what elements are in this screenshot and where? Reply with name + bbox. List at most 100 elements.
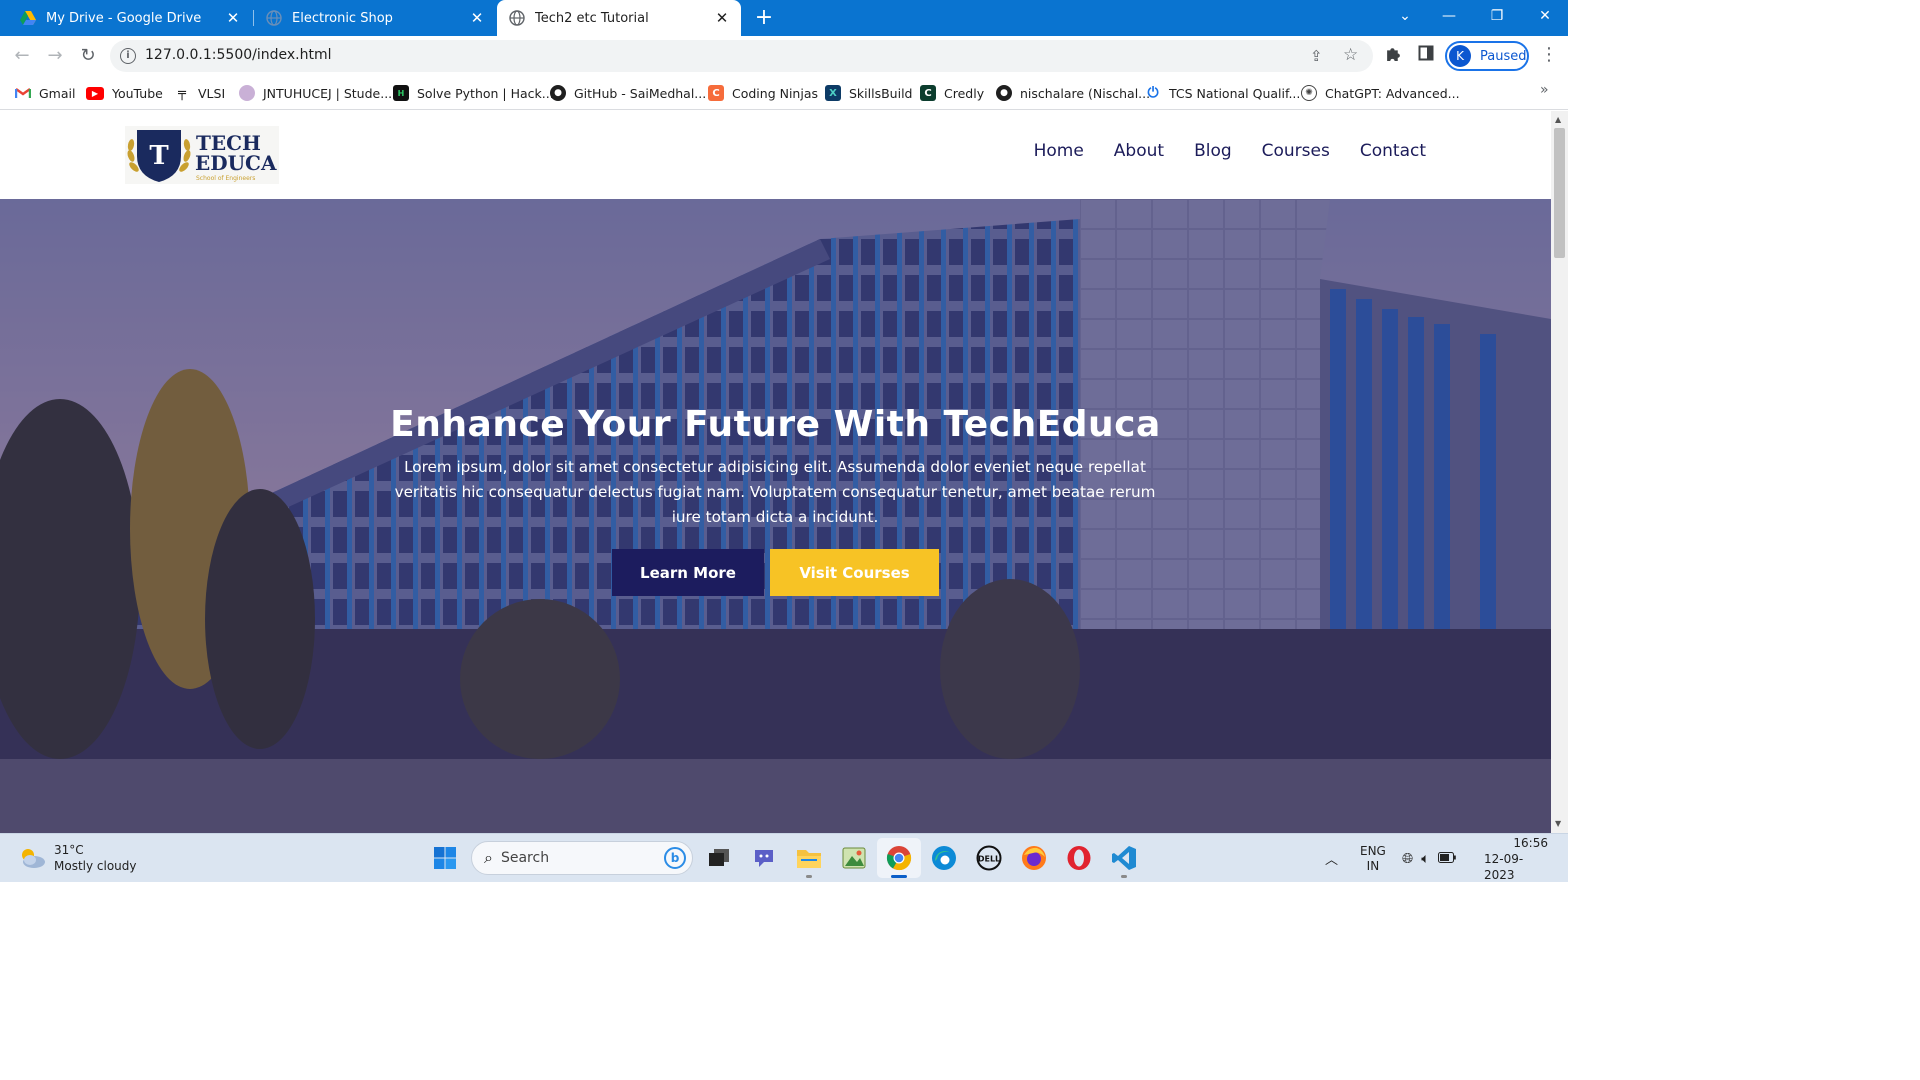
- running-indicator: [806, 875, 812, 878]
- tab-close-icon[interactable]: ✕: [466, 9, 488, 27]
- visit-courses-button[interactable]: Visit Courses: [770, 549, 939, 596]
- weather-desc: Mostly cloudy: [54, 859, 137, 873]
- show-hidden-icons[interactable]: ︿: [1325, 834, 1338, 883]
- edge-icon[interactable]: [930, 844, 958, 872]
- bookmark-credly[interactable]: C Credly: [920, 83, 984, 103]
- bookmark-youtube[interactable]: ▶ YouTube: [86, 83, 163, 103]
- site-logo[interactable]: T TECH EDUCA School of Engineers: [125, 126, 279, 184]
- bookmark-github-saimedhal[interactable]: ● GitHub - SaiMedhal...: [550, 83, 706, 103]
- nav-blog[interactable]: Blog: [1194, 141, 1232, 161]
- bookmark-chatgpt[interactable]: ✺ ChatGPT: Advanced...: [1301, 83, 1460, 103]
- browser-tab-strip: My Drive - Google Drive ✕ Electronic Sho…: [0, 0, 1568, 36]
- logo-initial: T: [149, 141, 169, 171]
- bookmark-gmail[interactable]: Gmail: [15, 83, 75, 103]
- bookmark-coding-ninjas[interactable]: C Coding Ninjas: [708, 83, 818, 103]
- address-bar[interactable]: i 127.0.0.1:5500/index.html ⇪ ☆: [110, 40, 1373, 72]
- back-arrow-icon[interactable]: ←: [10, 44, 34, 68]
- teams-chat-icon[interactable]: [750, 844, 778, 872]
- scroll-down-icon[interactable]: ▼: [1555, 819, 1561, 828]
- scrollbar-thumb[interactable]: [1554, 128, 1565, 258]
- svg-text:DELL: DELL: [978, 855, 1000, 864]
- vlsi-icon: ╤: [178, 85, 186, 101]
- cloudy-weather-icon: [22, 849, 45, 868]
- new-tab-button[interactable]: +: [752, 4, 776, 32]
- bookmark-jntuhucej[interactable]: JNTUHUCEJ | Stude...: [239, 83, 392, 103]
- file-explorer-icon[interactable]: [795, 844, 823, 878]
- opera-icon[interactable]: [1065, 844, 1093, 872]
- input-language[interactable]: ENG IN: [1360, 834, 1386, 883]
- site-header: T TECH EDUCA School of Engineers Home Ab…: [0, 111, 1551, 199]
- clock[interactable]: 16:56 12-09-2023: [1484, 834, 1548, 883]
- restore-icon[interactable]: ❐: [1474, 0, 1520, 32]
- more-menu-icon[interactable]: ⋮: [1540, 44, 1558, 65]
- tab-close-icon[interactable]: ✕: [222, 9, 244, 27]
- side-panel-icon[interactable]: [1418, 45, 1434, 65]
- windows-taskbar: 31°C Mostly cloudy ⌕ Search b DELL ︿ ENG…: [0, 833, 1568, 882]
- close-window-icon[interactable]: ✕: [1522, 0, 1568, 32]
- nav-home[interactable]: Home: [1034, 141, 1084, 161]
- nav-courses[interactable]: Courses: [1262, 141, 1330, 161]
- github-icon: ●: [550, 85, 566, 101]
- minimize-icon[interactable]: —: [1426, 0, 1472, 32]
- bookmark-label: SkillsBuild: [849, 85, 913, 101]
- bookmark-star-icon[interactable]: ☆: [1343, 45, 1358, 65]
- tab-tech2-tutorial[interactable]: Tech2 etc Tutorial ✕: [497, 0, 741, 36]
- github-icon: ●: [996, 85, 1012, 101]
- url-text[interactable]: 127.0.0.1:5500/index.html: [145, 47, 332, 63]
- system-tray-icons[interactable]: 🌐︎ 🔈︎: [1402, 834, 1456, 883]
- skillsbuild-icon: X: [825, 85, 841, 101]
- tab-close-icon[interactable]: ✕: [711, 9, 733, 27]
- photos-app-icon[interactable]: [840, 844, 868, 872]
- reload-icon[interactable]: ↻: [76, 44, 100, 68]
- globe-icon: [509, 10, 525, 26]
- chevron-up-icon: ︿: [1325, 853, 1339, 868]
- tab-title: My Drive - Google Drive: [46, 10, 202, 26]
- university-icon: [239, 85, 255, 101]
- tab-search-chevron-icon[interactable]: ⌄: [1382, 0, 1428, 32]
- bookmark-hackerrank[interactable]: H Solve Python | Hack...: [393, 83, 554, 103]
- gmail-icon: [15, 85, 31, 101]
- bookmark-label: TCS National Qualif...: [1169, 85, 1301, 101]
- bookmark-vlsi[interactable]: ╤ VLSI: [174, 83, 225, 103]
- profile-button[interactable]: K Paused: [1445, 41, 1529, 71]
- bookmarks-overflow-icon[interactable]: »: [1540, 82, 1549, 98]
- bookmark-github-nischalare[interactable]: ● nischalare (Nischal...: [996, 83, 1150, 103]
- bookmark-tcs[interactable]: ⏻ TCS National Qualif...: [1145, 83, 1300, 103]
- bookmark-label: GitHub - SaiMedhal...: [574, 85, 707, 101]
- bing-icon[interactable]: b: [664, 847, 686, 869]
- youtube-icon: ▶: [86, 86, 104, 100]
- nav-contact[interactable]: Contact: [1360, 141, 1426, 161]
- weather-widget[interactable]: 31°C Mostly cloudy: [18, 842, 137, 874]
- windows-start-icon[interactable]: [431, 844, 459, 872]
- firefox-icon[interactable]: [1020, 844, 1048, 872]
- avatar: K: [1449, 45, 1471, 67]
- dell-icon[interactable]: DELL: [975, 844, 1003, 872]
- search-label: Search: [500, 850, 550, 866]
- extensions-puzzle-icon[interactable]: [1385, 45, 1402, 66]
- tab-electronic-shop[interactable]: Electronic Shop ✕: [254, 0, 496, 36]
- clock-date: 12-09-2023: [1484, 851, 1524, 882]
- main-nav: Home About Blog Courses Contact: [1004, 141, 1426, 161]
- clock-time: 16:56: [1513, 835, 1548, 850]
- bookmark-skillsbuild[interactable]: X SkillsBuild: [825, 83, 912, 103]
- share-icon[interactable]: ⇪: [1310, 47, 1323, 65]
- weather-temp: 31°C: [54, 843, 84, 857]
- nav-about[interactable]: About: [1114, 141, 1164, 161]
- chrome-icon[interactable]: [877, 838, 921, 878]
- site-info-icon[interactable]: i: [120, 48, 136, 64]
- language-code: ENG: [1360, 843, 1386, 858]
- chatgpt-icon: ✺: [1301, 85, 1317, 101]
- bookmark-label: YouTube: [112, 85, 163, 101]
- task-view-icon[interactable]: [705, 844, 733, 872]
- scroll-up-icon[interactable]: ▲: [1555, 115, 1561, 124]
- page-scrollbar[interactable]: ▲ ▼: [1551, 111, 1568, 833]
- hackerrank-icon: H: [393, 85, 409, 101]
- tab-google-drive[interactable]: My Drive - Google Drive ✕: [0, 0, 252, 36]
- battery-icon: [1437, 851, 1456, 867]
- vscode-icon[interactable]: [1110, 844, 1138, 878]
- learn-more-button[interactable]: Learn More: [612, 549, 764, 596]
- logo-line2: EDUCA: [195, 151, 277, 175]
- forward-arrow-icon[interactable]: →: [43, 44, 67, 68]
- taskbar-search[interactable]: ⌕ Search b: [471, 841, 693, 875]
- running-indicator: [1121, 875, 1127, 878]
